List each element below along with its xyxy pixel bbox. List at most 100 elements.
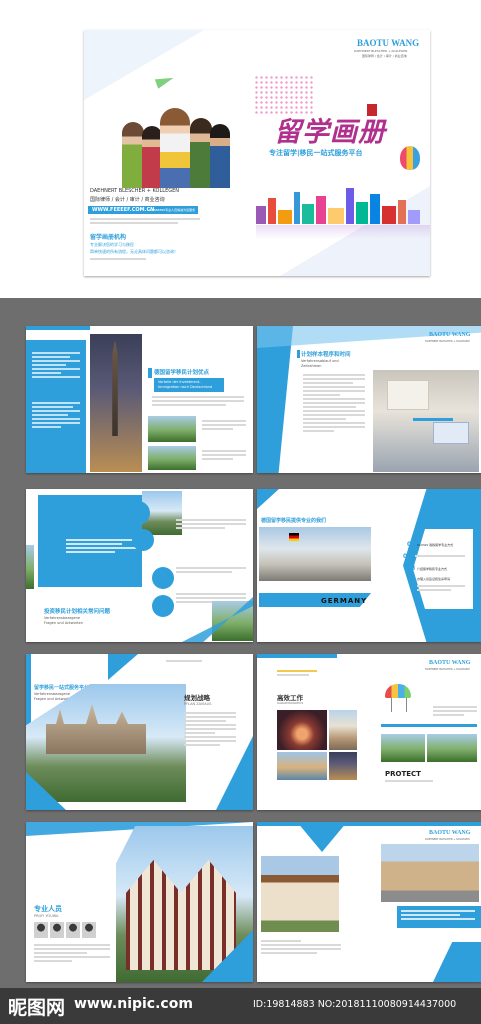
question-circle-1 <box>126 501 150 525</box>
cover-org-line1: 专业解决您的学习与移民 <box>90 242 134 247</box>
body-text <box>261 940 341 956</box>
parachute-lines <box>391 698 407 712</box>
canal-photo <box>277 752 327 780</box>
cover-subtitle: 专注留学|移民一站式服务平台 <box>269 149 363 157</box>
staff-avatar <box>50 922 64 938</box>
strategy-text <box>184 712 236 748</box>
spread4-brand-sub: DAEHNERT BLESCHER + KOLLEGEN <box>425 838 470 841</box>
cover-hotline: 400888888专业人员竭诚为您服务 <box>148 208 196 212</box>
passport-card <box>433 422 469 444</box>
top-left-stripe <box>257 654 337 658</box>
sidebar-text <box>32 352 80 380</box>
spread4-brand: BAOTU WANG <box>429 830 471 836</box>
student-figure <box>122 122 144 188</box>
hot-air-balloon-icon <box>400 146 420 170</box>
student-figure <box>210 124 230 188</box>
staff-text <box>34 944 110 964</box>
student-figure <box>142 126 162 188</box>
spread3-mid-title: 规划战略 <box>184 694 210 702</box>
cover-brand-tagline: 国际律师 / 会计 / 审计 / 商业咨询 <box>362 54 407 58</box>
spread3-right-sub: SARAWISOGKEUS <box>277 701 304 705</box>
footer-logo: 昵图网 <box>8 997 66 1019</box>
spread1-right-page: BAOTU WANG DAEHNERT BLESCHER + KOLLEGEN … <box>257 326 481 473</box>
top-text <box>166 660 226 664</box>
parachute-icon <box>385 684 411 698</box>
answer-text-2 <box>176 567 246 575</box>
spread4-left-page: 专业人员 PROFI YOUWA <box>26 822 253 982</box>
spread3-right-page: BAOTU WANG DAEHNERT BLESCHER + KOLLEGEN … <box>257 654 481 810</box>
bar-accent <box>381 724 477 727</box>
staff-avatar <box>34 922 48 938</box>
spread2-right-title: 德国留学移民提供专业的我们 <box>261 518 327 524</box>
top-stripe <box>257 822 481 826</box>
footer-id: ID:19814883 NO:20181110080914437000 <box>253 999 457 1010</box>
spread2-left-title: 投资移民计划相关常问问题 <box>44 609 111 615</box>
spread2-right-photo-label: GERMANY <box>321 597 368 605</box>
spread2-step4: 04 <box>407 575 416 582</box>
cover-bottom-text <box>90 258 170 262</box>
body-text <box>152 396 244 408</box>
city-skyline <box>256 182 430 224</box>
spread3-left-page: 留学移民一站式服务平台 Verfahrensbezogene Fragen un… <box>26 654 253 810</box>
spread3-left-sub1: Verfahrensbezogene <box>34 692 70 696</box>
spread4-left-sub: PROFI YOUWA <box>34 914 59 918</box>
spread1-right-sub1: Verfahrensablauf und <box>301 359 339 363</box>
student-figure <box>190 118 212 188</box>
spread4-right-page: BAOTU WANG DAEHNERT BLESCHER + KOLLEGEN <box>257 822 481 982</box>
spread2-step1: 01 <box>407 541 416 548</box>
castle-lake-photo <box>148 446 196 470</box>
right-body-text <box>433 706 477 718</box>
building-photo-2 <box>329 752 357 780</box>
villa-photo <box>381 734 425 762</box>
caption-bar <box>413 418 453 421</box>
faq-circle-1 <box>38 541 60 563</box>
protect-text <box>385 780 445 784</box>
spread2-right-page: 德国留学移民提供专业的我们 GERMANY 01 SCOWS 我移留学专业方式 … <box>257 489 481 642</box>
faq-text <box>66 539 136 555</box>
spread2-step4-text: 办理入境签证和住房申请 <box>417 577 451 581</box>
spread2-step1-text: SCOWS 我移留学专业方式 <box>417 543 454 547</box>
photo-caption-text-2 <box>202 450 246 462</box>
footer-site[interactable]: www.nipic.com <box>74 996 193 1012</box>
spread4-left-title: 专业人员 <box>34 905 62 913</box>
spread1-right-title: 计划样本程序和时间 <box>301 352 351 358</box>
spread3-mid-sub: PFLAN ZAVIAUS <box>184 702 212 706</box>
cover-org-title: 留学画册机构 <box>90 234 127 241</box>
reichstag-photo <box>259 527 371 581</box>
spread2-step3-text: 介绍留学移民专业方式 <box>417 567 448 571</box>
cover-seal-stamp <box>367 104 377 116</box>
question-circle-2 <box>132 529 154 551</box>
spread2-step2: 02 <box>403 553 412 560</box>
corner-triangle <box>257 489 279 509</box>
cover-pixel-decor <box>254 75 314 115</box>
spread1-left-title: 德国留学移民计划优点 <box>154 370 210 376</box>
spread3-protect: PROTECT <box>385 770 421 778</box>
forest-photo <box>26 545 34 589</box>
body-text-column <box>303 374 365 434</box>
spread1-left-sub2: Immigration nach Deutschland <box>158 385 213 389</box>
cover-page: BAOTU WANG DAEHNERT BLESCHER + KOLLEGEN … <box>84 30 430 276</box>
spread2-left-sub1: Verfahrensbezogene <box>44 616 80 620</box>
spread1-right-sub2: Zeitrahmen <box>301 364 322 368</box>
spread3-brand: BAOTU WANG <box>429 660 471 666</box>
sidebar-text-2 <box>32 402 80 430</box>
staff-avatar <box>82 922 96 938</box>
palace-garden-photo <box>148 416 196 442</box>
spread2-left-page: 投资移民计划相关常问问题 Verfahrensbezogene Fragen u… <box>26 489 253 642</box>
park-photo <box>427 734 477 762</box>
cover-students-photo <box>120 100 230 188</box>
cover-company: DAEHNERT BLESCHER + KOLLEGEN <box>90 188 180 194</box>
title-accent <box>297 350 300 358</box>
step4-more-text <box>417 585 465 593</box>
skyline-reflection <box>256 225 430 239</box>
spread3-brand-sub: DAEHNERT BLESCHER + KOLLEGEN <box>425 668 470 671</box>
chalet-photo <box>261 856 339 932</box>
question-circle-4 <box>152 595 174 617</box>
bottom-right-block <box>433 942 481 982</box>
spread1-left-sub1: Vorteile der Investment- <box>158 380 201 384</box>
intro-text <box>277 670 317 678</box>
question-circle-3 <box>152 567 174 589</box>
student-figure <box>160 108 190 188</box>
tunnel-photo <box>277 710 327 750</box>
step2-text <box>415 555 465 559</box>
